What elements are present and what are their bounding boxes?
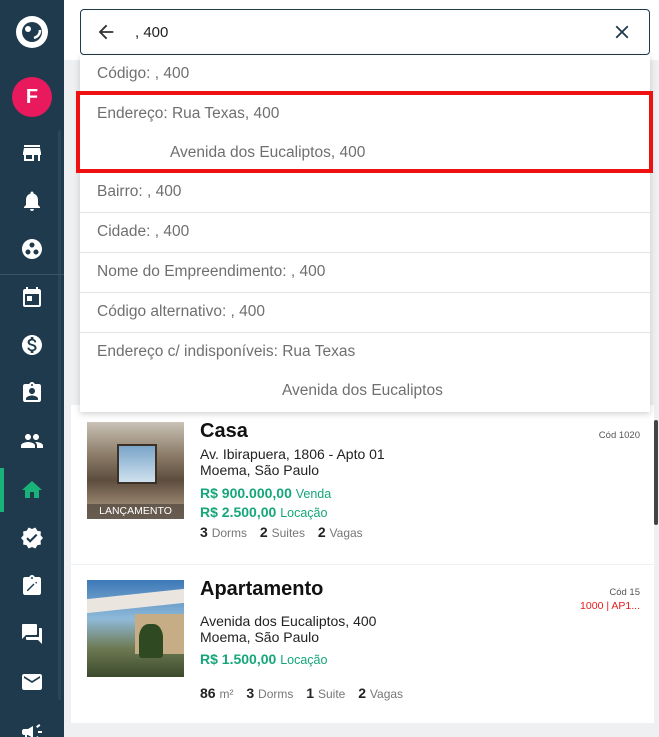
people-icon: [21, 434, 43, 448]
community-icon: [22, 239, 42, 259]
store-icon: [23, 145, 41, 161]
avatar[interactable]: F: [12, 77, 52, 117]
listing-title[interactable]: Casa: [200, 420, 248, 443]
sidebar-item-store[interactable]: [0, 133, 64, 173]
listing-address: Av. Ibirapuera, 1806 - Apto 01: [200, 446, 385, 462]
launch-badge: LANÇAMENTO: [87, 504, 184, 519]
feature-unit: Suites: [271, 526, 305, 540]
sidebar-item-chat[interactable]: [0, 614, 64, 654]
chat-icon: [22, 624, 42, 644]
home-icon: [22, 481, 42, 498]
feature-unit: Vagas: [369, 687, 404, 701]
feature-unit: Dorms: [211, 526, 248, 540]
listing-price-sale: R$ 900.000,00 Venda: [200, 485, 331, 501]
suggestion-label: Cidade: , 400: [97, 223, 190, 240]
calendar-icon: [23, 287, 41, 307]
listing-code: Cód 15: [609, 587, 640, 598]
suggestion-label: Endereço c/ indisponíveis: Rua Texas: [97, 343, 356, 360]
feature-count: 3: [200, 524, 208, 540]
sidebar-item-calendar[interactable]: [0, 277, 64, 317]
feature-unit: Vagas: [329, 526, 363, 540]
listing-title[interactable]: Apartamento: [200, 578, 323, 601]
feature-unit: m²: [219, 687, 234, 701]
feature-count: 3: [246, 685, 255, 701]
sidebar-item-people[interactable]: [0, 421, 64, 461]
photo-window: [117, 444, 157, 484]
megaphone-icon: [22, 724, 42, 737]
verified-icon: [21, 527, 43, 549]
search-input[interactable]: [131, 12, 595, 52]
price-value: R$ 900.000,00: [200, 485, 292, 501]
listing-code: Cód 1020: [598, 430, 640, 441]
listing-card[interactable]: Apartamento Cód 15 1000 | AP1... Avenida…: [71, 565, 654, 723]
feature-unit: Suite: [317, 687, 346, 701]
sidebar-item-finance[interactable]: [0, 325, 64, 365]
arrow-back-icon: [98, 24, 114, 40]
photo-tree: [139, 624, 163, 658]
listing-features: 3 Dorms 2 Suites 2 Vagas: [200, 524, 372, 540]
suggestion-address-unavailable[interactable]: Endereço c/ indisponíveis: Rua Texas Ave…: [80, 333, 650, 412]
price-kind: Locação: [280, 653, 328, 667]
sidebar-item-edit[interactable]: [0, 566, 64, 606]
clear-search-button[interactable]: [595, 10, 649, 54]
sidebar-item-campaigns[interactable]: [0, 712, 64, 737]
suggestion-label: Código alternativo: , 400: [97, 303, 266, 320]
suggestion-development[interactable]: Nome do Empreendimento: , 400: [80, 253, 650, 293]
sidebar: F: [0, 0, 64, 737]
sidebar-item-properties[interactable]: [0, 470, 64, 510]
sidebar-item-clients[interactable]: [0, 373, 64, 413]
feature-count: 2: [259, 524, 268, 540]
listing-address: Avenida dos Eucaliptos, 400: [200, 613, 377, 629]
suggestion-label: Nome do Empreendimento: , 400: [97, 263, 326, 280]
price-value: R$ 1.500,00: [200, 651, 277, 667]
listing-area: Moema, São Paulo: [200, 462, 320, 478]
photo-roof: [87, 588, 184, 614]
avatar-letter: F: [25, 85, 39, 108]
suggestion-sublabel: Avenida dos Eucaliptos: [282, 382, 443, 399]
feature-count: 2: [358, 685, 367, 701]
sidebar-item-verified[interactable]: [0, 518, 64, 558]
feature-unit: Dorms: [258, 687, 294, 701]
feature-count: 1: [306, 685, 315, 701]
suggestion-label: Código: , 400: [97, 65, 190, 82]
suggestion-label: Bairro: , 400: [97, 183, 182, 200]
suggestion-alt-code[interactable]: Código alternativo: , 400: [80, 293, 650, 333]
back-button[interactable]: [81, 10, 131, 54]
close-icon: [615, 25, 629, 39]
price-kind: Locação: [280, 506, 328, 520]
clipboard-user-icon: [23, 382, 41, 402]
price-value: R$ 2.500,00: [200, 504, 277, 520]
app-logo-icon[interactable]: [14, 14, 50, 50]
edit-note-icon: [23, 575, 41, 595]
dollar-icon: [22, 335, 42, 355]
suggestion-neighborhood[interactable]: Bairro: , 400: [80, 173, 650, 213]
listing-photo[interactable]: [87, 580, 184, 677]
listing-price-rent: R$ 1.500,00 Locação: [200, 651, 327, 667]
search-bar: [80, 9, 650, 55]
mail-icon: [22, 674, 42, 690]
bell-icon: [24, 191, 40, 211]
price-kind: Venda: [295, 487, 332, 501]
suggestion-code[interactable]: Código: , 400: [80, 55, 650, 93]
sidebar-item-notifications[interactable]: [0, 181, 64, 221]
list-scrollbar[interactable]: [654, 420, 658, 525]
suggestion-city[interactable]: Cidade: , 400: [80, 213, 650, 253]
listing-photo[interactable]: LANÇAMENTO: [87, 422, 184, 519]
listing-area: Moema, São Paulo: [200, 629, 320, 645]
feature-count: 86: [200, 685, 216, 701]
sidebar-item-mail[interactable]: [0, 662, 64, 702]
highlight-box: [76, 91, 653, 173]
listing-alt-code: 1000 | AP1...: [580, 600, 640, 612]
listing-price-rent: R$ 2.500,00 Locação: [200, 504, 327, 520]
feature-count: 2: [317, 524, 326, 540]
listing-card[interactable]: LANÇAMENTO Casa Cód 1020 Av. Ibirapuera,…: [71, 405, 654, 564]
sidebar-divider: [0, 274, 64, 275]
listing-features: 86 m² 3 Dorms 1 Suite 2 Vagas: [200, 685, 412, 701]
sidebar-item-community[interactable]: [0, 229, 64, 269]
